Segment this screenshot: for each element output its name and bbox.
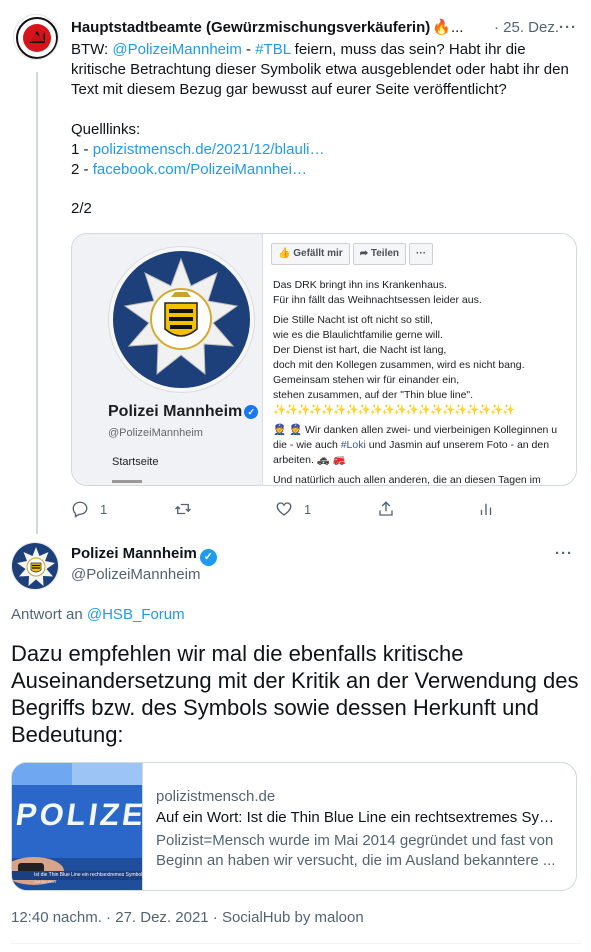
fb-share-button: ➦ Teilen [352,243,407,265]
fire-icon: 🔥 [432,19,451,36]
source-link-1[interactable]: polizistmensch.de/2021/12/blauli… [93,141,325,158]
police-star-icon [123,257,239,376]
link-thumbnail: POLIZEI Ist die Thin Blue Line ein recht… [12,763,143,890]
verified-badge-icon: ✓ [199,549,217,566]
police-star-icon [12,543,58,589]
verified-badge-icon: ✓ [244,405,259,419]
attached-image-facebook-screenshot[interactable]: Polizei Mannheim ✓ @PolizeiMannheim Start… [71,233,577,486]
fb-sidebar: Polizei Mannheim ✓ @PolizeiMannheim Start… [72,234,262,485]
fb-line: 👮 👮 Wir danken allen zwei- und vierbeini… [273,424,558,436]
thumbs-up-icon: 👍 [278,248,294,259]
tweet-header: Hauptstadtbeamte (Gewürzmischungsverkäuf… [71,18,581,38]
text-span: - [241,41,256,58]
fb-line: wie es die Blaulichtfamilie gerne will. [273,329,443,341]
fb-line: stehen zusammen, auf der "Thin blue line… [273,389,474,401]
reply-to-label: Antwort an [11,606,87,623]
author-handle[interactable]: @PolizeiMannheim [71,566,200,583]
fb-page-handle: @PolizeiMannheim [108,427,203,439]
fb-page-name: Polizei Mannheim ✓ [108,403,259,421]
fb-button-row: 👍 Gefällt mir ➦ Teilen ··· [271,243,434,265]
text-span: 2 - [71,161,93,178]
fb-more-button: ··· [409,243,434,265]
thread-counter: 2/2 [71,200,92,217]
sparkles-icon: ✨✨✨✨✨✨✨✨✨✨✨✨✨✨✨✨✨✨✨✨ [273,404,515,416]
source-link-2[interactable]: facebook.com/PolizeiMannhei… [93,161,307,178]
share-arrow-icon: ➦ [359,248,371,259]
fb-page-name-text: Polizei Mannheim [108,403,243,420]
author-name[interactable]: Hauptstadtbeamte (Gewürzmischungsverkäuf… [71,19,430,36]
fb-line: doch mit den Kollegen zusammen, wird es … [273,359,525,371]
like-count: 1 [304,501,312,517]
hashtag-link[interactable]: #TBL [255,41,290,58]
tweet-text: BTW: @PolizeiMannheim - #TBL feiern, mus… [71,40,571,219]
link-title: Auf ein Wort: Ist die Thin Blue Line ein… [156,809,566,826]
fb-nav-cut [112,480,142,483]
fb-hashtag: #Loki [340,439,366,451]
link-preview-card[interactable]: POLIZEI Ist die Thin Blue Line ein recht… [11,762,577,891]
tweet-date[interactable]: · 25. Dez. [494,18,559,38]
fb-like-button: 👍 Gefällt mir [271,243,350,265]
name-ellipsis: ... [450,19,464,36]
fb-line: Das DRK bringt ihn ins Krankenhaus. [273,279,447,291]
fb-post: 👍 Gefällt mir ➦ Teilen ··· Das DRK bring… [262,234,576,486]
author-name-text: Polizei Mannheim [71,545,197,562]
text-span: BTW: [71,41,113,58]
fb-line: arbeiten. 🚓 🚒 [273,454,346,466]
text-span: 1 - [71,141,93,158]
fb-line: Der Dienst ist hart, die Nacht ist lang, [273,344,447,356]
police-star-logo [109,247,254,392]
fb-nav-home: Startseite [112,456,159,468]
fb-line: Die Stille Nacht ist oft nicht so still, [273,314,433,326]
retweet-icon [175,503,191,515]
tweet-text: Dazu empfehlen wir mal die ebenfalls kri… [11,641,579,747]
reply-button[interactable]: 1 [71,498,107,520]
link-description: Polizist=Mensch wurde im Mai 2014 gegrün… [156,832,556,869]
reply-to-handle[interactable]: @HSB_Forum [87,606,185,623]
reply-to-line: Antwort an @HSB_Forum [11,606,185,623]
tweet-timestamp[interactable]: 12:40 nachm. · 27. Dez. 2021 · SocialHub… [11,909,364,926]
fb-line: Gemeinsam stehen wir für einander ein, [273,374,460,386]
tweet-parent[interactable]: Hauptstadtbeamte (Gewürzmischungsverkäuf… [0,0,591,534]
heart-icon [276,502,292,516]
like-button[interactable]: 1 [275,498,311,520]
sources-label: Quelllinks: [71,121,141,138]
fb-like-label: Gefällt mir [293,248,343,259]
fb-line: Und natürlich auch allen anderen, die an… [273,474,541,486]
mention-link[interactable]: @PolizeiMannheim [112,41,241,58]
analytics-button[interactable] [477,498,495,520]
antifa-flag-icon [16,17,58,59]
link-domain: polizistmensch.de [156,788,276,805]
author-name[interactable]: Polizei Mannheim ✓ [71,545,217,566]
fb-share-label: Teilen [370,248,400,259]
thumb-banner: Ist die Thin Blue Line ein rechtsextreme… [34,872,143,878]
thumb-sub: Auf ein Wort [34,879,56,884]
analytics-icon [480,503,492,515]
fb-text-span: und Jasmin auf unserem Foto - an den [365,439,550,451]
divider [11,943,581,944]
share-button[interactable] [377,498,395,520]
fb-text-span: die - wie auch [273,439,341,451]
share-icon [379,501,393,516]
fb-line: Für ihn fällt das Weihnachtsessen leider… [273,294,482,306]
thumb-word: POLIZEI [13,797,143,832]
tweet-actions: 1 1 [71,498,501,520]
reply-icon [72,501,88,518]
fb-post-text: Das DRK bringt ihn ins Krankenhaus. Für … [273,278,576,486]
more-options-icon[interactable]: ··· [555,545,573,562]
avatar[interactable] [13,14,59,60]
retweet-button[interactable] [174,498,192,520]
avatar[interactable] [11,542,59,590]
more-options-icon[interactable]: ··· [559,18,577,38]
reply-count: 1 [100,501,108,517]
